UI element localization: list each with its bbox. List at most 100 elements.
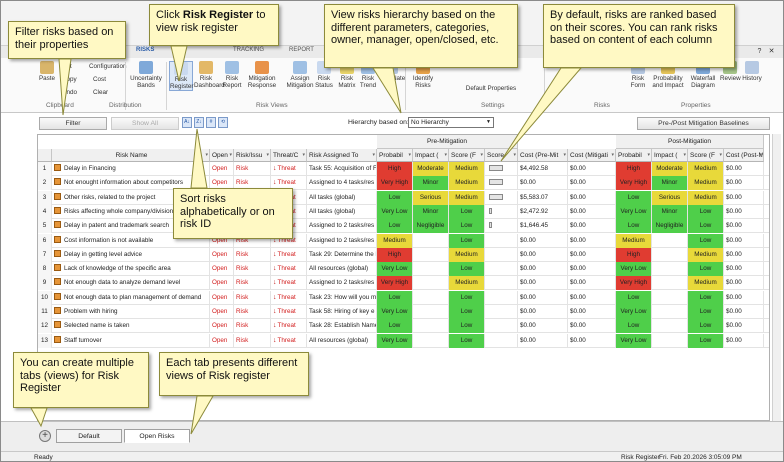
- cut-button[interactable]: Cut: [62, 63, 72, 70]
- cell-name: Not enough data to plan management of de…: [52, 290, 210, 305]
- cell-cost-mit: $0.00: [568, 276, 616, 291]
- view-button-risk-dashboard[interactable]: Risk Dashboard: [194, 61, 225, 89]
- paste-button[interactable]: Paste: [37, 61, 57, 82]
- column-filter-icon[interactable]: ▾: [205, 149, 208, 161]
- tab-open-risks[interactable]: Open Risks: [124, 429, 190, 443]
- clear-button[interactable]: Clear: [93, 89, 108, 96]
- table-row[interactable]: 3Other risks, related to the projectOpen…: [38, 190, 769, 205]
- column-filter-icon[interactable]: ▾: [611, 149, 614, 161]
- cell-pre-s: Low: [449, 290, 485, 305]
- history-button[interactable]: History: [742, 61, 762, 82]
- cell-name: Lack of knowledge of the specific area: [52, 262, 210, 277]
- column-header[interactable]: Cost (Mitigati ▾: [568, 149, 616, 162]
- help-icon[interactable]: ?: [755, 48, 764, 56]
- threat-arrow-icon: ↓: [273, 293, 277, 301]
- sort-descending-icon[interactable]: Z↓: [194, 117, 204, 128]
- cost-button[interactable]: Cost: [93, 76, 106, 83]
- cell-pre-s: Low: [449, 204, 485, 219]
- view-button-mitigation-response[interactable]: Mitigation Response: [245, 61, 279, 89]
- column-header[interactable]: Probabil ▾: [616, 149, 652, 162]
- cell-cost-post: $0.00: [724, 276, 764, 291]
- add-tab-icon[interactable]: +: [39, 430, 51, 442]
- column-header[interactable]: Risk Assigned To ▾: [307, 149, 377, 162]
- status-datetime: Fri. Feb 20.2026 3:05:09 PM: [659, 454, 742, 461]
- view-button-risk-report[interactable]: Risk Report: [220, 61, 244, 89]
- column-filter-icon[interactable]: ▾: [683, 149, 686, 161]
- table-row[interactable]: 5Delay in patent and trademark searchOpe…: [38, 219, 769, 234]
- column-header[interactable]: Probabil ▾: [377, 149, 413, 162]
- configuration-button[interactable]: Configuration: [89, 63, 126, 70]
- column-header[interactable]: Score (F ▾: [449, 149, 485, 162]
- table-row[interactable]: 6 Cost information is not available Open Ri…: [38, 233, 769, 248]
- view-icon: [225, 61, 239, 74]
- cell-threat: ↓Threat: [271, 247, 307, 262]
- cell-post-p: Very Low: [616, 305, 652, 319]
- column-header[interactable]: Impact (▾: [413, 149, 449, 162]
- close-ribbon-icon[interactable]: ✕: [767, 48, 776, 56]
- column-header-label: Open: [212, 152, 228, 159]
- column-header[interactable]: Impact (▾: [652, 149, 688, 162]
- column-filter-icon[interactable]: ▾: [444, 149, 447, 161]
- column-filter-icon[interactable]: ▾: [408, 149, 411, 161]
- column-header[interactable]: Risk Name ▾: [52, 149, 210, 162]
- cell-type: Risk: [234, 276, 271, 291]
- table-row[interactable]: 12 Selected name is taken Open Risk ↓Threat T…: [38, 319, 769, 334]
- copy-button[interactable]: Copy: [62, 76, 77, 83]
- column-filter-icon[interactable]: ▾: [480, 149, 483, 161]
- tab-tracking[interactable]: TRACKING: [233, 47, 264, 53]
- table-row[interactable]: 9 Not enough data to analyze demand level…: [38, 276, 769, 291]
- tab-risks[interactable]: RISKS: [136, 47, 154, 53]
- cell-pre-s: Low: [449, 219, 485, 234]
- column-filter-icon[interactable]: ▾: [302, 149, 305, 161]
- table-row[interactable]: 2 Not enought information about competito…: [38, 176, 769, 191]
- table-row[interactable]: 11 Problem with hiring Open Risk ↓Threat Task…: [38, 305, 769, 319]
- risk-name: Not enough data to plan management of de…: [64, 293, 202, 301]
- column-filter-icon[interactable]: ▾: [513, 149, 516, 161]
- column-filter-icon[interactable]: ▾: [266, 149, 269, 161]
- table-row[interactable]: 4Risks affecting whole company/divisionO…: [38, 204, 769, 219]
- hierarchy-select[interactable]: No Hierarchy ▼: [408, 117, 494, 128]
- score-bar: [489, 179, 503, 186]
- filter-button[interactable]: Filter: [39, 117, 107, 130]
- cell-pre-i: [413, 290, 449, 305]
- cell-open: Open: [210, 247, 234, 262]
- column-header[interactable]: Score ▾: [485, 149, 518, 162]
- tab-default[interactable]: Default: [56, 429, 122, 443]
- baselines-button[interactable]: Pre-/Post Mitigation Baselines: [637, 117, 770, 130]
- column-filter-icon[interactable]: ▾: [563, 149, 566, 161]
- column-header-label: Score (F: [451, 152, 476, 159]
- table-row[interactable]: 1 Delay in Financing Open Risk ↓Threat Task 5…: [38, 162, 769, 176]
- column-filter-icon[interactable]: ▾: [759, 149, 762, 161]
- sort-reset-icon[interactable]: ⟲: [218, 117, 228, 128]
- undo-button[interactable]: Undo: [62, 89, 77, 96]
- column-header[interactable]: Cost (Pre-Mit ▾: [518, 149, 568, 162]
- table-row[interactable]: 10 Not enough data to plan management of …: [38, 290, 769, 305]
- table-row[interactable]: 13 Staff turnover Open Risk ↓Threat All resou…: [38, 333, 769, 348]
- view-button-risk-register[interactable]: Risk Register: [169, 61, 193, 91]
- uncertainty-bands-button[interactable]: Uncertainty Bands: [128, 61, 164, 89]
- column-header-label: Risk/Issu: [236, 152, 263, 159]
- risk-icon: [54, 235, 61, 243]
- table-row[interactable]: 8 Lack of knowledge of the specific area O…: [38, 262, 769, 277]
- cell-bar: [485, 262, 518, 277]
- cell-cost-pre: $0.00: [518, 247, 568, 262]
- risk-icon: [54, 292, 61, 300]
- column-header[interactable]: Open ▾: [210, 149, 234, 162]
- default-properties-button[interactable]: Default Properties: [441, 85, 541, 92]
- sort-ascending-icon[interactable]: A↓: [182, 117, 192, 128]
- column-header[interactable]: Risk/Issu ▾: [234, 149, 271, 162]
- sort-id-icon[interactable]: #: [206, 117, 216, 128]
- table-row[interactable]: 7 Delay in getting level advice Open Risk ↓T…: [38, 247, 769, 262]
- column-filter-icon[interactable]: ▾: [372, 149, 375, 161]
- show-all-button[interactable]: Show All: [111, 117, 179, 130]
- column-filter-icon[interactable]: ▾: [229, 149, 232, 161]
- vertical-scrollbar[interactable]: [772, 134, 781, 421]
- column-filter-icon[interactable]: ▾: [647, 149, 650, 161]
- column-header[interactable]: Score (F ▾: [688, 149, 724, 162]
- column-filter-icon[interactable]: ▾: [719, 149, 722, 161]
- tab-report[interactable]: REPORT: [289, 47, 314, 53]
- cell-cost-pre: $0.00: [518, 333, 568, 348]
- column-header[interactable]: Threat/C ▾: [271, 149, 307, 162]
- column-header[interactable]: Cost (Post-Mi ▾: [724, 149, 764, 162]
- cell-pre-p: Low: [377, 190, 413, 205]
